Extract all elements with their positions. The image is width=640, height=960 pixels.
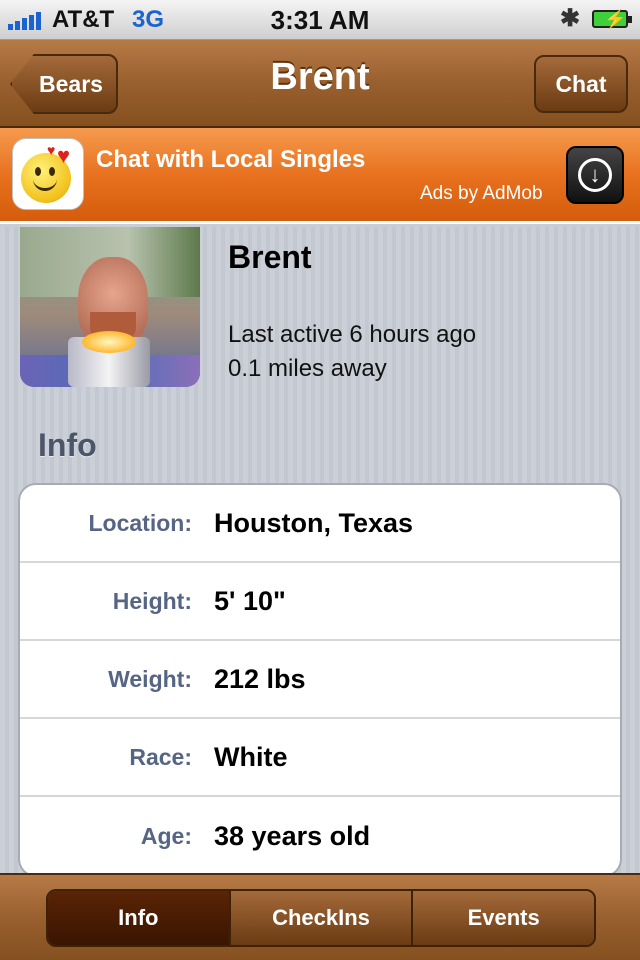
info-row-height: Height: 5' 10": [20, 563, 620, 641]
info-section-title: Info: [38, 427, 97, 463]
status-bar: AT&T 3G 3:31 AM ✱ ⚡: [0, 0, 640, 40]
info-table: Location: Houston, Texas Height: 5' 10" …: [18, 483, 622, 873]
bluetooth-icon: ✱: [560, 5, 581, 32]
info-row-age: Age: 38 years old: [20, 797, 620, 873]
status-time: 3:31 AM: [270, 5, 370, 35]
distance-text: 0.1 miles away: [228, 355, 387, 382]
info-value: 38 years old: [214, 820, 371, 851]
info-label: Age:: [140, 822, 192, 849]
info-label: Race:: [129, 743, 192, 770]
info-label: Weight:: [108, 665, 192, 692]
profile-photo[interactable]: [20, 227, 200, 387]
smiley-hearts-icon: ♥ ♥: [12, 138, 84, 210]
segmented-control: Info CheckIns Events: [46, 889, 596, 947]
navigation-bar: Bears Brent Chat: [0, 40, 640, 128]
tab-events[interactable]: Events: [413, 891, 594, 945]
info-value: Houston, Texas: [214, 507, 414, 538]
profile-content[interactable]: Brent Last active 6 hours ago 0.1 miles …: [0, 227, 640, 873]
download-icon[interactable]: ↓: [566, 146, 624, 204]
info-value: 5' 10": [214, 585, 286, 616]
info-row-location: Location: Houston, Texas: [20, 485, 620, 563]
info-value: White: [214, 741, 288, 772]
info-value: 212 lbs: [214, 663, 306, 694]
tab-checkins[interactable]: CheckIns: [230, 891, 414, 945]
ad-attribution: Ads by AdMob: [420, 183, 543, 204]
chat-button[interactable]: Chat: [534, 55, 628, 113]
info-label: Location:: [88, 509, 193, 536]
info-label: Height:: [112, 587, 192, 614]
tab-bar: Info CheckIns Events: [0, 873, 640, 960]
tab-info[interactable]: Info: [48, 891, 231, 945]
battery-icon: ⚡: [592, 9, 632, 29]
profile-name: Brent: [228, 239, 312, 275]
last-active-text: Last active 6 hours ago: [228, 321, 477, 348]
ad-banner[interactable]: ♥ ♥ Chat with Local Singles Ads by AdMob…: [0, 128, 640, 224]
ad-title: Chat with Local Singles: [96, 146, 366, 173]
info-row-race: Race: White: [20, 719, 620, 797]
info-row-weight: Weight: 212 lbs: [20, 641, 620, 719]
